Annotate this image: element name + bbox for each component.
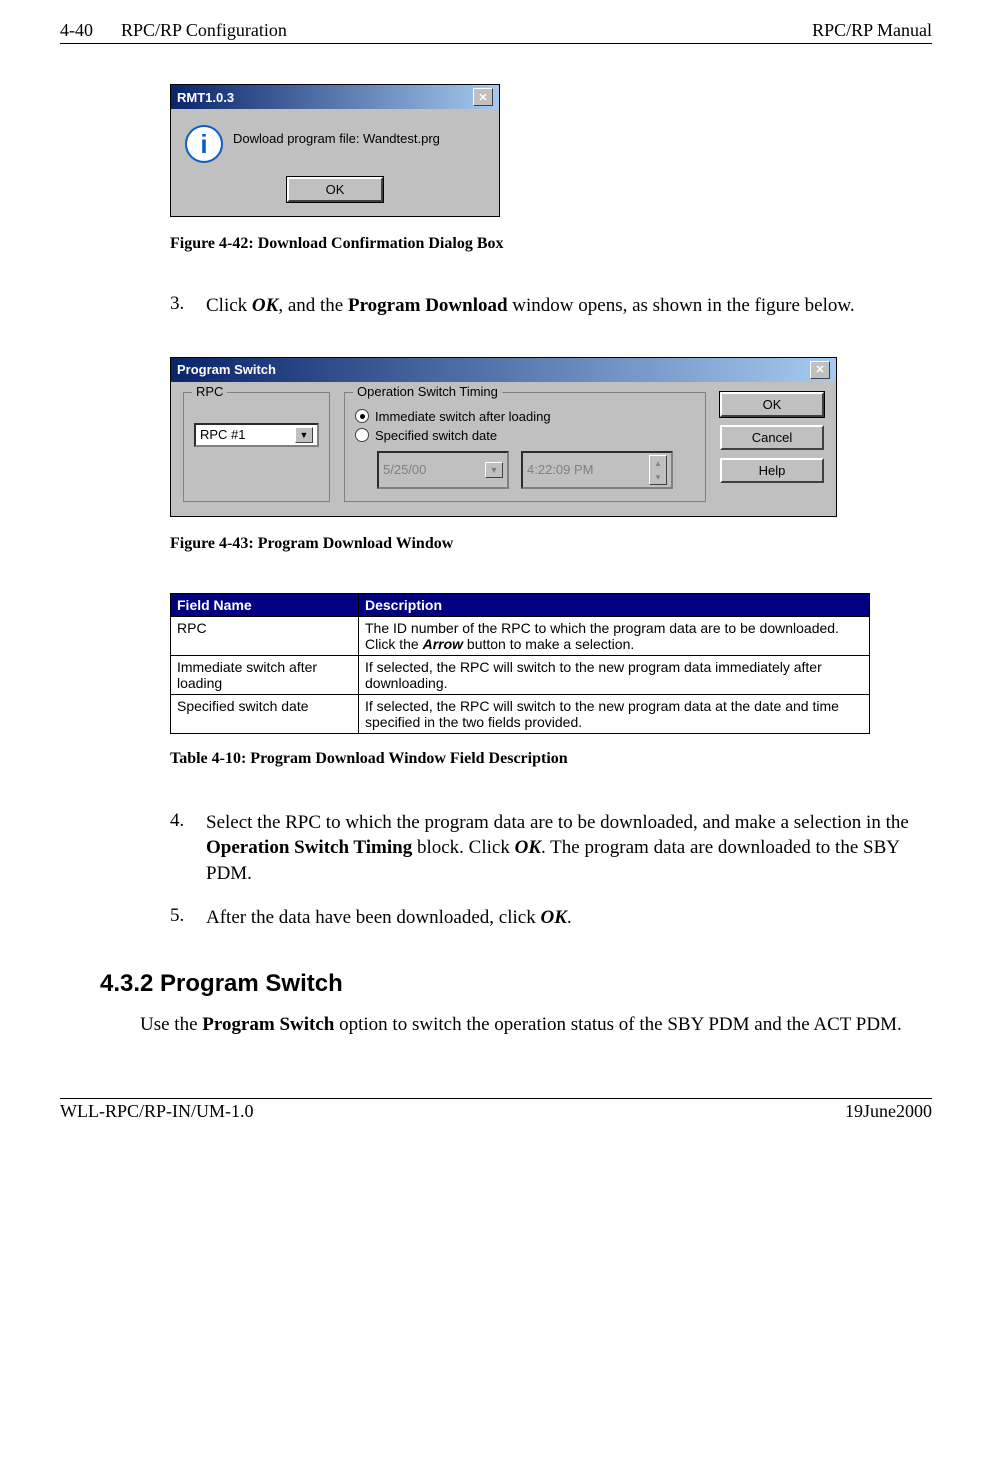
chevron-down-icon: ▼ [485, 462, 503, 478]
radio-specified[interactable]: Specified switch date [355, 428, 695, 443]
dialog-message: Dowload program file: Wandtest.prg [233, 125, 440, 146]
step-number: 3. [170, 293, 192, 319]
header-title-left: RPC/RP Configuration [121, 20, 287, 41]
program-switch-dialog: Program Switch ✕ RPC RPC #1 ▼ Operation … [170, 357, 837, 517]
rpc-select-value: RPC #1 [200, 427, 246, 442]
step-5-text: After the data have been downloaded, cli… [206, 905, 932, 931]
info-icon: i [185, 125, 223, 163]
footer-right: 19June2000 [845, 1101, 932, 1122]
rpc-group: RPC RPC #1 ▼ [183, 392, 330, 502]
page-footer: WLL-RPC/RP-IN/UM-1.0 19June2000 [60, 1098, 932, 1122]
dialog-title: Program Switch [177, 362, 276, 377]
col-field-name: Field Name [171, 593, 359, 616]
page-number: 4-40 [60, 20, 93, 41]
radio-icon [355, 428, 369, 442]
table-10-caption: Table 4-10: Program Download Window Fiel… [170, 750, 932, 768]
table-row: Specified switch date If selected, the R… [171, 694, 870, 733]
help-button[interactable]: Help [720, 458, 824, 483]
rpc-group-label: RPC [192, 384, 227, 399]
figure-42-caption: Figure 4-42: Download Confirmation Dialo… [170, 235, 932, 253]
chevron-down-icon[interactable]: ▼ [295, 427, 313, 443]
step-number: 4. [170, 810, 192, 887]
col-description: Description [359, 593, 870, 616]
spinner-icon: ▴▾ [649, 455, 667, 485]
step-number: 5. [170, 905, 192, 931]
header-title-right: RPC/RP Manual [812, 20, 932, 41]
page-header: 4-40 RPC/RP Configuration RPC/RP Manual [60, 20, 932, 44]
download-confirm-dialog: RMT1.0.3 ✕ i Dowload program file: Wandt… [170, 84, 500, 217]
time-field[interactable]: 4:22:09 PM ▴▾ [521, 451, 673, 489]
table-row: Immediate switch after loading If select… [171, 655, 870, 694]
field-description-table: Field Name Description RPC The ID number… [170, 593, 870, 734]
step-4-text: Select the RPC to which the program data… [206, 810, 932, 887]
date-field[interactable]: 5/25/00 ▼ [377, 451, 509, 489]
operation-timing-label: Operation Switch Timing [353, 384, 502, 399]
radio-immediate-label: Immediate switch after loading [375, 409, 551, 424]
rpc-select[interactable]: RPC #1 ▼ [194, 423, 319, 447]
footer-left: WLL-RPC/RP-IN/UM-1.0 [60, 1101, 254, 1122]
figure-43-caption: Figure 4-43: Program Download Window [170, 535, 932, 553]
section-heading: 4.3.2 Program Switch [100, 970, 932, 998]
close-icon[interactable]: ✕ [473, 88, 493, 106]
operation-switch-timing-group: Operation Switch Timing Immediate switch… [344, 392, 706, 502]
step-3-text: Click OK, and the Program Download windo… [206, 293, 932, 319]
radio-icon [355, 409, 369, 423]
radio-immediate[interactable]: Immediate switch after loading [355, 409, 695, 424]
section-body: Use the Program Switch option to switch … [140, 1012, 932, 1038]
ok-button[interactable]: OK [287, 177, 383, 202]
close-icon[interactable]: ✕ [810, 361, 830, 379]
cancel-button[interactable]: Cancel [720, 425, 824, 450]
ok-button[interactable]: OK [720, 392, 824, 417]
table-row: RPC The ID number of the RPC to which th… [171, 616, 870, 655]
radio-specified-label: Specified switch date [375, 428, 497, 443]
dialog-title: RMT1.0.3 [177, 90, 234, 105]
